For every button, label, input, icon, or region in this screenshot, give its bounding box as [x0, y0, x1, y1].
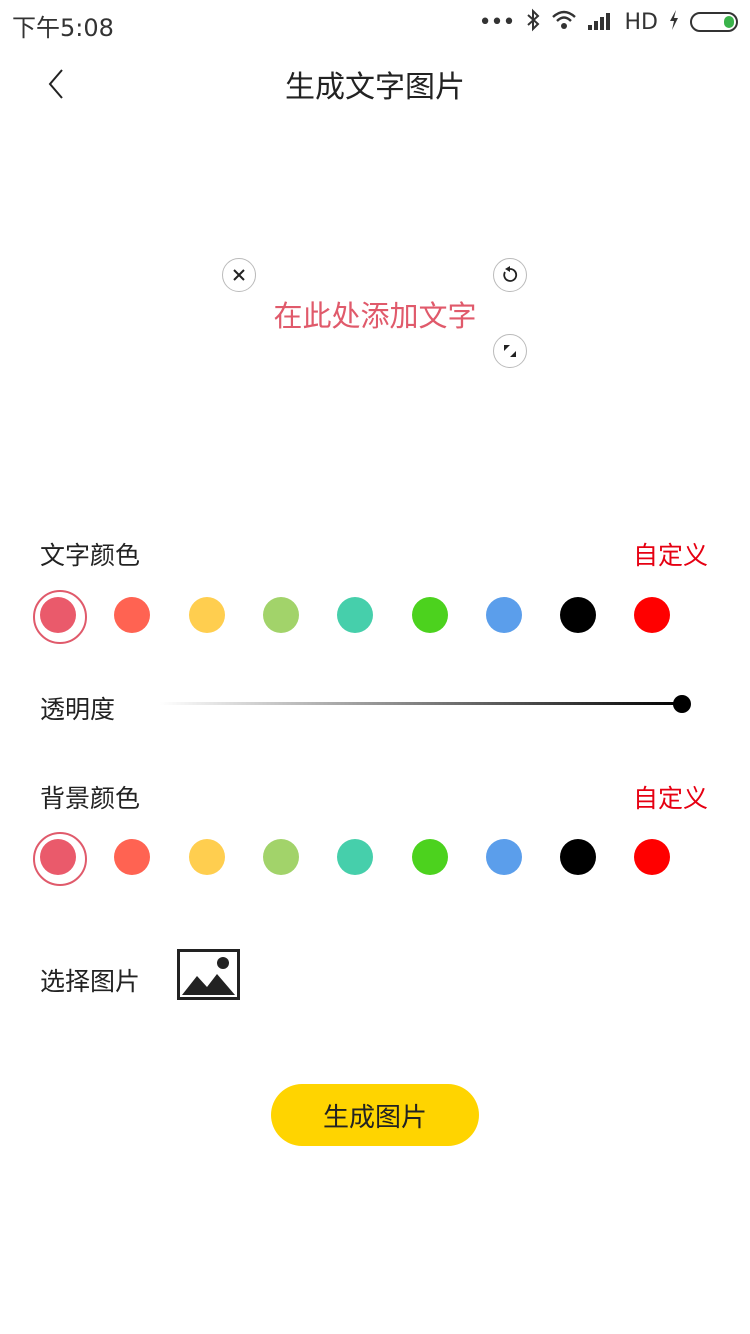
text-color-swatches: [33, 590, 710, 644]
navigation-bar: 生成文字图片: [0, 44, 750, 124]
charging-icon: [668, 9, 680, 35]
more-dots-icon: •••: [478, 9, 516, 35]
text-color-swatch[interactable]: [411, 597, 448, 633]
background-color-custom-link[interactable]: 自定义: [633, 779, 708, 815]
background-color-swatch[interactable]: [411, 839, 448, 875]
scale-icon[interactable]: [493, 334, 527, 368]
text-color-swatch[interactable]: [33, 590, 87, 644]
text-color-swatch[interactable]: [262, 597, 299, 633]
page-title: 生成文字图片: [285, 70, 465, 105]
text-color-swatch[interactable]: [560, 597, 597, 633]
wifi-icon: [551, 9, 577, 35]
background-color-label: 背景颜色: [40, 784, 141, 813]
text-color-custom-link[interactable]: 自定义: [633, 536, 708, 572]
opacity-slider-track[interactable]: [160, 702, 682, 705]
background-color-swatch[interactable]: [337, 839, 374, 875]
status-time: 下午5:08: [12, 14, 114, 42]
signal-icon: [587, 9, 615, 35]
opacity-slider-thumb[interactable]: [673, 695, 691, 713]
status-icons: ••• HD: [479, 6, 738, 38]
screen: 下午5:08 ••• HD 生成文字图片 在此处添加文字 文字颜色 自定义 透明…: [0, 0, 750, 1334]
network-type: HD: [624, 9, 658, 35]
text-box[interactable]: 在此处添加文字: [222, 258, 527, 368]
generate-image-button[interactable]: 生成图片: [271, 1084, 479, 1146]
text-color-swatch[interactable]: [485, 597, 522, 633]
status-bar: 下午5:08 ••• HD: [0, 0, 750, 44]
close-icon[interactable]: [222, 258, 256, 292]
battery-icon: [690, 12, 738, 32]
editable-text[interactable]: 在此处添加文字: [240, 293, 510, 335]
image-icon[interactable]: [177, 949, 240, 1000]
background-color-swatch[interactable]: [188, 839, 225, 875]
text-color-swatch[interactable]: [114, 597, 151, 633]
background-color-swatch[interactable]: [114, 839, 151, 875]
text-image-editor: 在此处添加文字: [0, 124, 750, 524]
background-color-swatch[interactable]: [262, 839, 299, 875]
text-color-swatch[interactable]: [188, 597, 225, 633]
opacity-label: 透明度: [40, 695, 116, 724]
text-color-swatch[interactable]: [337, 597, 374, 633]
background-color-swatch[interactable]: [634, 839, 671, 875]
rotate-icon[interactable]: [493, 258, 527, 292]
background-color-swatch[interactable]: [33, 832, 87, 886]
opacity-slider[interactable]: [160, 695, 691, 713]
text-color-label: 文字颜色: [40, 541, 141, 570]
background-color-swatches: [33, 832, 710, 886]
background-color-swatch[interactable]: [560, 839, 597, 875]
text-color-swatch[interactable]: [634, 597, 671, 633]
bluetooth-icon: [525, 8, 541, 36]
background-color-swatch[interactable]: [485, 839, 522, 875]
select-picture-label: 选择图片: [40, 967, 141, 996]
